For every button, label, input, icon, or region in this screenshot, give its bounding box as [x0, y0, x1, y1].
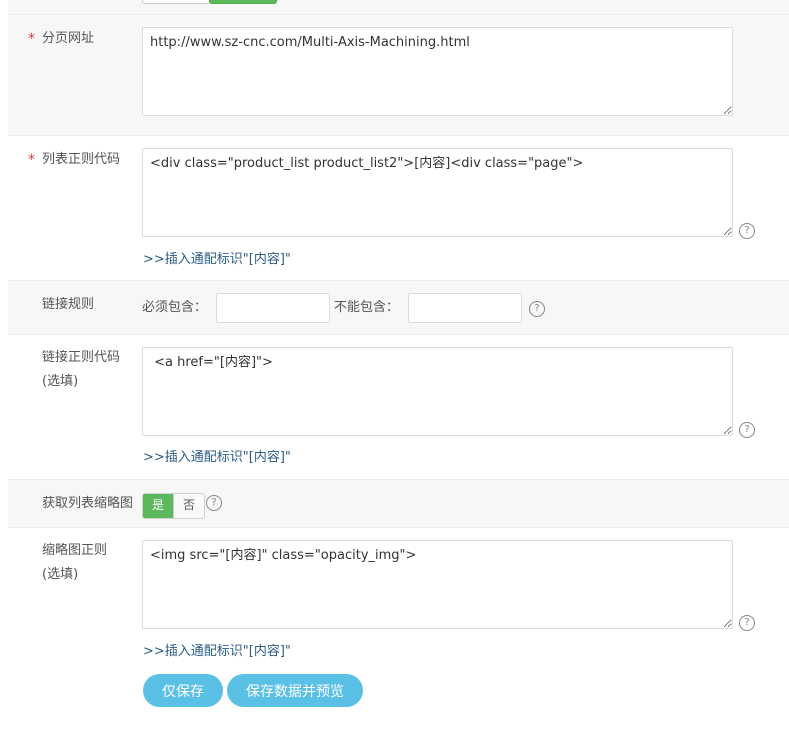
must-include-label: 必须包含： [142, 300, 208, 315]
save-only-button[interactable]: 仅保存 [143, 674, 223, 707]
thumbnail-toggle[interactable]: 是 否 [142, 493, 205, 519]
insert-wildcard-link[interactable]: >>插入通配标识"[内容]" [143, 446, 291, 465]
list-regex-textarea[interactable]: <div class="product_list product_list2">… [142, 148, 733, 237]
previous-toggle-off[interactable] [142, 0, 210, 4]
help-icon[interactable]: ? [739, 615, 755, 631]
save-and-preview-button[interactable]: 保存数据并预览 [227, 674, 363, 707]
link-regex-optional-label: (选填) [42, 374, 79, 389]
link-regex-label: 链接正则代码 [42, 350, 121, 365]
row-page-url: * 分页网址 http://www.sz-cnc.com/Multi-Axis-… [8, 15, 789, 136]
thumbnail-label: 获取列表缩略图 [42, 496, 134, 511]
list-regex-label: 列表正则代码 [42, 152, 121, 167]
must-exclude-input[interactable] [408, 293, 522, 323]
required-mark: * [28, 31, 35, 47]
insert-wildcard-link[interactable]: >>插入通配标识"[内容]" [143, 248, 291, 267]
help-icon[interactable]: ? [206, 495, 222, 511]
thumb-regex-label: 缩略图正则 [42, 543, 108, 558]
page-url-label: 分页网址 [42, 31, 95, 46]
must-include-input[interactable] [216, 293, 330, 323]
help-icon[interactable]: ? [739, 223, 755, 239]
previous-row-stub [8, 0, 789, 15]
row-thumb-regex: 缩略图正则 (选填) <img src="[内容]" class="opacit… [8, 528, 789, 729]
insert-wildcard-link[interactable]: >>插入通配标识"[内容]" [143, 640, 291, 659]
row-list-regex: * 列表正则代码 <div class="product_list produc… [8, 136, 789, 281]
page-url-textarea[interactable]: http://www.sz-cnc.com/Multi-Axis-Machini… [142, 27, 733, 116]
thumb-regex-optional-label: (选填) [42, 567, 79, 582]
toggle-no-option[interactable]: 否 [173, 494, 204, 518]
row-thumbnail-toggle: 获取列表缩略图 是 否 ? [8, 480, 789, 528]
required-mark: * [28, 152, 35, 168]
row-link-regex: 链接正则代码 (选填) <a href="[内容]"> ? >>插入通配标识"[… [8, 335, 789, 480]
help-icon[interactable]: ? [739, 422, 755, 438]
must-exclude-label: 不能包含： [334, 300, 400, 315]
thumb-regex-textarea[interactable]: <img src="[内容]" class="opacity_img"> [142, 540, 733, 629]
link-regex-textarea[interactable]: <a href="[内容]"> [142, 347, 733, 436]
row-link-rules: 链接规则 必须包含： 不能包含： ? [8, 281, 789, 335]
help-icon[interactable]: ? [529, 301, 545, 317]
previous-toggle-on[interactable] [209, 0, 277, 4]
toggle-yes-option[interactable]: 是 [143, 494, 173, 518]
link-rules-label: 链接规则 [42, 297, 95, 312]
